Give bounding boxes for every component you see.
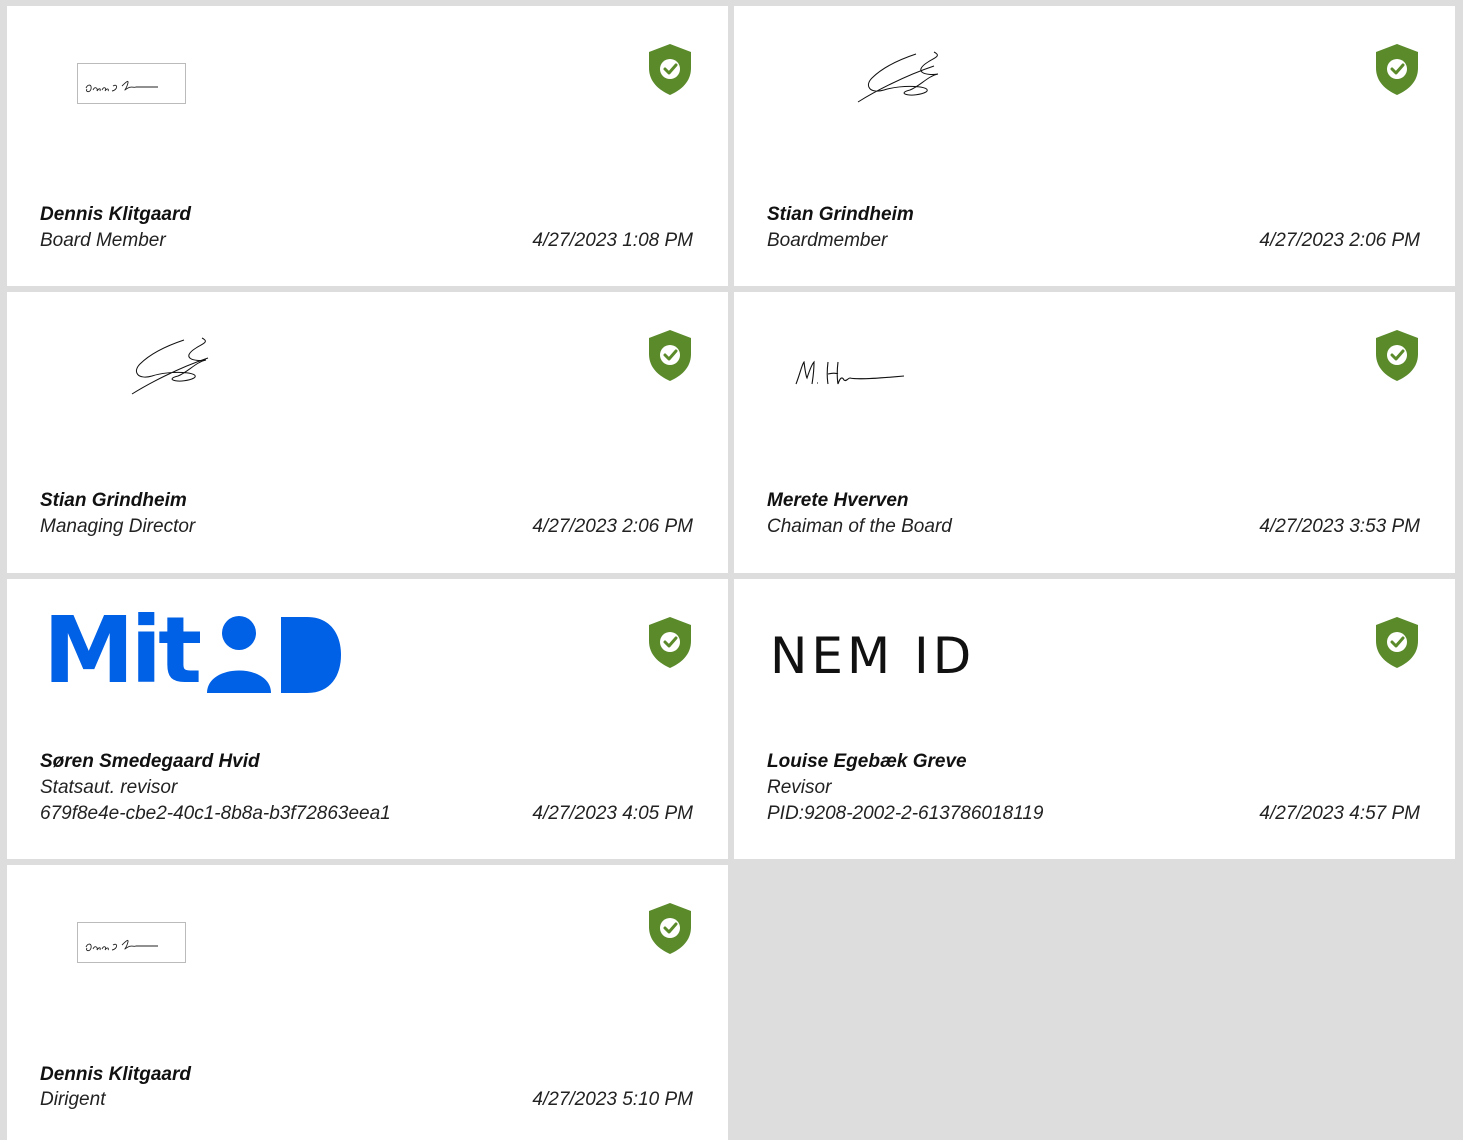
signer-role: Board Member bbox=[40, 230, 166, 251]
shield-check-icon bbox=[649, 330, 691, 381]
signer-name: Stian Grindheim bbox=[40, 490, 187, 511]
mitid-person-icon bbox=[207, 616, 341, 693]
signer-identifier: 679f8e4e-cbe2-40c1-8b8a-b3f72863eea1 bbox=[40, 803, 391, 824]
signature-card: Dennis Klitgaard Dirigent 4/27/2023 5:10… bbox=[7, 865, 728, 1140]
signer-role: Managing Director bbox=[40, 516, 196, 537]
shield-check-icon bbox=[649, 617, 691, 668]
signed-datetime: 4/27/2023 2:06 PM bbox=[532, 516, 693, 537]
handwritten-signature bbox=[77, 922, 186, 963]
signer-name: Dennis Klitgaard bbox=[40, 204, 191, 225]
handwritten-signature bbox=[795, 360, 905, 385]
shield-check-icon bbox=[1376, 617, 1418, 668]
signer-name: Merete Hverven bbox=[767, 490, 909, 511]
signature-grid: Dennis Klitgaard Board Member 4/27/2023 … bbox=[0, 0, 1463, 1140]
signed-datetime: 4/27/2023 3:53 PM bbox=[1259, 516, 1420, 537]
signed-datetime: 4/27/2023 5:10 PM bbox=[532, 1089, 693, 1110]
signature-card: Merete Hverven Chaiman of the Board 4/27… bbox=[734, 292, 1455, 573]
signed-datetime: 4/27/2023 1:08 PM bbox=[532, 230, 693, 251]
signer-role: Revisor bbox=[767, 777, 832, 798]
signature-card: Dennis Klitgaard Board Member 4/27/2023 … bbox=[7, 6, 728, 286]
handwritten-signature bbox=[857, 51, 939, 103]
signer-name: Louise Egebæk Greve bbox=[767, 751, 967, 772]
signer-role: Chaiman of the Board bbox=[767, 516, 952, 537]
signature-card: NEM ID Louise Egebæk Greve Revisor PID:9… bbox=[734, 579, 1455, 859]
handwritten-signature bbox=[131, 337, 209, 395]
signer-role: Dirigent bbox=[40, 1089, 106, 1110]
signature-card: Stian Grindheim Managing Director 4/27/2… bbox=[7, 292, 728, 573]
shield-check-icon bbox=[1376, 44, 1418, 95]
shield-check-icon bbox=[649, 903, 691, 954]
nemid-logo-text: NEM ID bbox=[770, 627, 976, 685]
signer-name: Stian Grindheim bbox=[767, 204, 914, 225]
mitid-logo-text: Mit bbox=[43, 597, 202, 704]
signer-name: Søren Smedegaard Hvid bbox=[40, 751, 260, 772]
shield-check-icon bbox=[649, 44, 691, 95]
signer-name: Dennis Klitgaard bbox=[40, 1064, 191, 1085]
signer-role: Statsaut. revisor bbox=[40, 777, 178, 798]
signed-datetime: 4/27/2023 4:57 PM bbox=[1259, 803, 1420, 824]
nemid-logo: NEM ID bbox=[770, 631, 975, 681]
shield-check-icon bbox=[1376, 330, 1418, 381]
signature-card: Stian Grindheim Boardmember 4/27/2023 2:… bbox=[734, 6, 1455, 286]
handwritten-signature bbox=[77, 63, 186, 104]
signature-card: Mit Søren Smedegaard Hvid Statsaut. revi… bbox=[7, 579, 728, 859]
signer-identifier: PID:9208-2002-2-613786018119 bbox=[767, 803, 1044, 824]
signed-datetime: 4/27/2023 4:05 PM bbox=[532, 803, 693, 824]
signed-datetime: 4/27/2023 2:06 PM bbox=[1259, 230, 1420, 251]
signer-role: Boardmember bbox=[767, 230, 888, 251]
